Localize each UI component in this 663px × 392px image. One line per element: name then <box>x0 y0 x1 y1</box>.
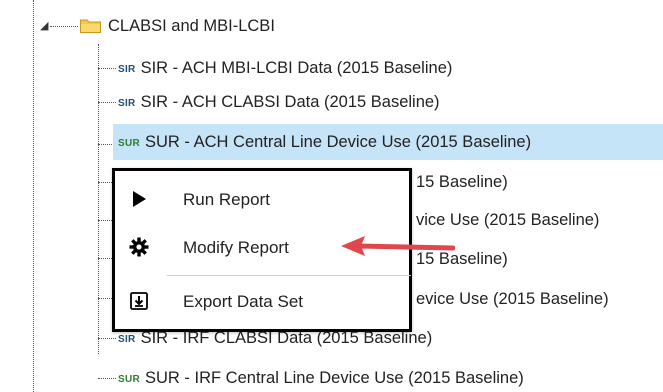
menu-item-label: Run Report <box>183 190 270 209</box>
collapse-toggle-icon[interactable]: ◢ <box>40 20 48 32</box>
tree-guide-line <box>98 220 112 221</box>
tree-guide-line <box>33 0 34 392</box>
tree-folder-clabsi-mbi-lcbi[interactable]: CLABSI and MBI-LCBI <box>108 14 275 38</box>
tree-guide-line <box>98 258 112 259</box>
run-report-menu-item[interactable]: Run Report <box>115 177 409 223</box>
tree-item-sir-ach-clabsi[interactable]: SIR SIR - ACH CLABSI Data (2015 Baseline) <box>118 90 440 114</box>
tree-guide-line <box>98 68 116 69</box>
tree-item-sur-irf-central-line[interactable]: SUR SUR - IRF Central Line Device Use (20… <box>118 366 524 390</box>
sir-badge-icon: SIR <box>118 64 136 75</box>
tree-item-sir-ach-mbi-lcbi[interactable]: SIR SIR - ACH MBI-LCBI Data (2015 Baselin… <box>118 56 452 80</box>
tree-item-label: evice Use (2015 Baseline) <box>416 290 609 308</box>
tree-item-label: 15 Baseline) <box>416 173 508 191</box>
tree-item-label: SIR - ACH MBI-LCBI Data (2015 Baseline) <box>140 59 453 77</box>
download-icon <box>130 292 148 310</box>
tree-item-partial[interactable]: 15 Baseline) <box>416 170 508 194</box>
sir-badge-icon: SIR <box>118 98 136 109</box>
tree-item-label: SUR - ACH Central Line Device Use (2015 … <box>145 133 532 151</box>
annotation-arrow-icon <box>341 236 455 256</box>
menu-separator <box>167 275 411 276</box>
sur-badge-icon: SUR <box>118 138 141 149</box>
menu-item-label: Export Data Set <box>183 292 304 311</box>
tree-item-partial[interactable]: evice Use (2015 Baseline) <box>416 287 609 311</box>
menu-item-label: Modify Report <box>183 238 289 257</box>
tree-guide-line <box>98 182 112 183</box>
tree-item-label: vice Use (2015 Baseline) <box>416 211 600 229</box>
tree-item-sur-ach-central-line[interactable]: SUR SUR - ACH Central Line Device Use (20… <box>113 124 663 160</box>
tree-item-label: SIR - ACH CLABSI Data (2015 Baseline) <box>140 93 440 111</box>
tree-guide-line <box>98 378 116 379</box>
sur-badge-icon: SUR <box>118 374 141 385</box>
tree-guide-line <box>98 338 116 339</box>
export-data-set-menu-item[interactable]: Export Data Set <box>115 279 409 325</box>
folder-label: CLABSI and MBI-LCBI <box>108 17 275 35</box>
play-icon <box>133 191 146 207</box>
tree-guide-line <box>98 298 112 299</box>
gear-icon <box>129 237 149 257</box>
tree-guide-line <box>98 44 99 354</box>
folder-icon <box>80 19 101 33</box>
tree-guide-line <box>98 102 116 103</box>
tree-item-label: SUR - IRF Central Line Device Use (2015 … <box>145 369 524 387</box>
tree-item-partial[interactable]: vice Use (2015 Baseline) <box>416 208 599 232</box>
tree-guide-line <box>50 26 78 27</box>
